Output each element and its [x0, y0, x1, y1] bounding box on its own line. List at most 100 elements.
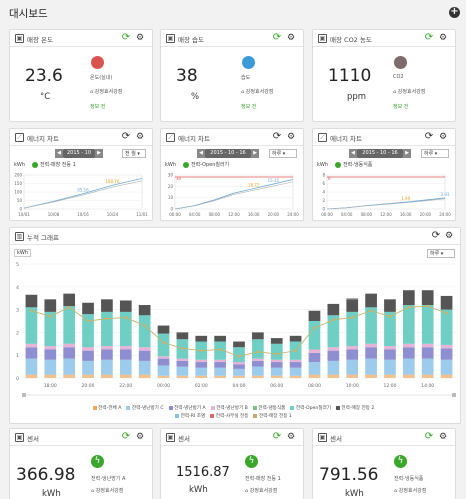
gear-icon[interactable]: ⚙: [437, 32, 449, 44]
card-title: 매장 습도: [178, 36, 204, 44]
bar-segment: [327, 350, 340, 361]
gear-icon[interactable]: ⚙: [437, 131, 449, 143]
bar-segment: [252, 358, 264, 361]
prev-date-button[interactable]: ◀: [197, 149, 205, 158]
bar-segment: [346, 374, 359, 378]
refresh-icon[interactable]: ⟳: [430, 230, 442, 242]
card-title: 매장 온도: [27, 36, 53, 44]
bar-segment: [440, 348, 453, 360]
sensor-unit: °C: [40, 92, 51, 102]
add-widget-icon[interactable]: +: [449, 7, 460, 18]
bar-segment: [119, 346, 132, 350]
refresh-icon[interactable]: ⟳: [423, 131, 435, 143]
bar-segment: [157, 375, 170, 378]
x-tick-label: 04:00: [233, 383, 246, 389]
legend-item[interactable]: 전력-Open칠러기: [290, 405, 331, 411]
meter-unit: kWh: [189, 485, 208, 495]
total-line-point: [350, 316, 354, 319]
period-select[interactable]: 하루 ▾: [427, 249, 455, 258]
sensor-value: 1110: [328, 66, 372, 86]
bar-segment: [252, 332, 264, 340]
gear-icon[interactable]: ⚙: [134, 431, 146, 443]
gear-icon[interactable]: ⚙: [285, 431, 297, 443]
y-tick-label: 6: [322, 181, 325, 186]
period-select-value: 전 월: [125, 151, 136, 157]
y-tick-label: 1: [16, 353, 19, 359]
period-select[interactable]: 하루 ▾: [269, 149, 297, 158]
bar-segment: [440, 344, 453, 349]
bar-segment: [252, 375, 264, 378]
legend-item[interactable]: 전력-전체 A: [92, 405, 121, 411]
refresh-icon[interactable]: ⟳: [271, 32, 283, 44]
energy-line-chart: 0 2 4 6 8 00:00 04:00 08:00 12:00 16:00 20:00 24:00…: [321, 173, 451, 218]
sensor-unit: ppm: [347, 92, 367, 102]
legend-swatch: [175, 413, 180, 418]
bar-segment: [119, 349, 132, 360]
y-tick-label: 8: [322, 173, 325, 178]
gear-icon[interactable]: ⚙: [443, 230, 455, 242]
y-tick-label: 0: [170, 207, 173, 212]
bar-segment: [82, 350, 94, 361]
bar-segment: [138, 350, 151, 361]
gear-icon[interactable]: ⚙: [134, 32, 146, 44]
bar-segment: [214, 362, 226, 368]
legend-swatch: [92, 405, 97, 410]
card-header: ⟋ 에너지 차트 ⟳ ⚙: [313, 129, 455, 146]
gear-icon[interactable]: ⚙: [437, 431, 449, 443]
next-date-button[interactable]: ▶: [95, 149, 103, 158]
lightning-icon: ϟ: [245, 455, 258, 468]
next-date-button[interactable]: ▶: [251, 149, 259, 158]
meter-name: 전력-냉난방기 A: [91, 476, 126, 482]
refresh-icon[interactable]: ⟳: [423, 32, 435, 44]
refresh-icon[interactable]: ⟳: [271, 131, 283, 143]
prev-date-button[interactable]: ◀: [55, 149, 63, 158]
bar-segment: [384, 346, 396, 350]
data-label: 18.72: [248, 183, 260, 188]
period-select[interactable]: 전 월 ▾: [122, 149, 146, 158]
bar-segment: [233, 375, 245, 378]
bar-segment: [270, 362, 283, 368]
legend-item[interactable]: 전력-사무실 전등: [210, 413, 249, 419]
legend-item[interactable]: 전력-매장 전등 1: [253, 413, 292, 419]
bar-segment: [63, 343, 76, 348]
meter-card: ▣ 센서 ⟳ ⚙ 791.56 kWh ϟ 전력-냉동식품 ⌂ 강정효서강점: [312, 428, 456, 499]
refresh-icon[interactable]: ⟳: [120, 431, 132, 443]
prev-date-button[interactable]: ◀: [349, 149, 357, 158]
legend-label: 전력-냉난방기 A: [174, 406, 206, 411]
legend-label: 전력-사무실 전등: [215, 414, 249, 419]
legend-item[interactable]: 전력-냉난방기 C: [126, 405, 164, 411]
legend-item[interactable]: 전력-냉난방기 A: [168, 405, 206, 411]
card-header: ⟋ 에너지 차트 ⟳ ⚙: [10, 129, 152, 146]
bar-segment: [402, 374, 415, 378]
widget-icon: ▣: [166, 34, 175, 43]
bar-segment: [82, 374, 94, 378]
bar-segment: [157, 356, 170, 359]
sensor-location-text: 강정효서강점: [245, 89, 274, 95]
x-tick-label: 20:00: [420, 212, 432, 217]
refresh-icon[interactable]: ⟳: [423, 431, 435, 443]
period-select[interactable]: 하루 ▾: [421, 149, 449, 158]
refresh-icon[interactable]: ⟳: [120, 131, 132, 143]
gear-icon[interactable]: ⚙: [285, 131, 297, 143]
bar-segment: [346, 299, 359, 312]
bar-segment: [402, 290, 415, 306]
bar-segment: [365, 358, 377, 375]
gear-icon[interactable]: ⚙: [134, 131, 146, 143]
legend-item[interactable]: 전력-RI 조명: [175, 413, 205, 419]
bar-segment: [308, 310, 321, 321]
legend-item[interactable]: 전력-냉동식품: [252, 405, 285, 411]
gear-icon[interactable]: ⚙: [285, 32, 297, 44]
bar-segment: [289, 362, 302, 368]
total-line-point: [313, 326, 316, 330]
refresh-icon[interactable]: ⟳: [271, 431, 283, 443]
sensor-card: ▣ 매장 CO2 농도 ⟳ ⚙ 1110 ppm CO2 ⌂ 강정효서강점 정보…: [312, 29, 456, 122]
scroll-right-handle[interactable]: [452, 393, 456, 397]
energy-chart-card: ⟋ 에너지 차트 ⟳ ⚙ ◀ 2015 - 10 ▶ 전 월 ▾ kWh 전력-…: [9, 128, 153, 221]
refresh-icon[interactable]: ⟳: [120, 32, 132, 44]
legend-item[interactable]: 전력-냉난방기 B: [210, 405, 248, 411]
legend-item[interactable]: 전력-매장 전등 2: [335, 405, 374, 411]
next-date-button[interactable]: ▶: [403, 149, 411, 158]
scroll-left-handle[interactable]: [22, 393, 26, 397]
bar-segment: [82, 302, 94, 315]
x-tick-label: 10/08: [48, 212, 60, 217]
